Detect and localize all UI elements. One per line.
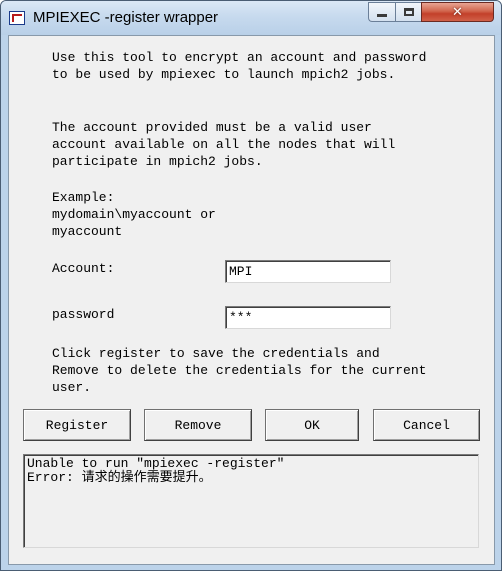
close-icon: ✕: [452, 4, 463, 20]
window-title: MPIEXEC -register wrapper: [33, 9, 219, 26]
example-line-1: mydomain\myaccount or: [52, 207, 216, 222]
instructions-line-2: Remove to delete the credentials for the…: [52, 363, 427, 378]
app-icon: [9, 11, 25, 25]
example-line-2: myaccount: [52, 224, 123, 239]
maximize-icon: [403, 8, 414, 16]
window-controls: ✕: [368, 2, 494, 22]
intro-line-1: Use this tool to encrypt an account and …: [52, 50, 427, 65]
account-note-line-2: account available on all the nodes that …: [52, 137, 396, 152]
cancel-button[interactable]: Cancel: [373, 409, 480, 441]
output-line-1: Unable to run "mpiexec -register": [27, 456, 285, 471]
intro-line-2: to be used by mpiexec to launch mpich2 j…: [52, 67, 396, 82]
example-label: Example:: [52, 190, 115, 205]
account-input[interactable]: [225, 260, 391, 283]
output-line-2: Error: 请求的操作需要提升。: [27, 470, 212, 485]
account-note-line-1: The account provided must be a valid use…: [52, 120, 372, 135]
ok-button[interactable]: OK: [265, 409, 359, 441]
instructions-line-3: user.: [52, 380, 92, 395]
dialog-window: MPIEXEC -register wrapper ✕ Use this too…: [0, 0, 502, 571]
dialog-client-area: Use this tool to encrypt an account and …: [8, 35, 495, 565]
password-input[interactable]: [225, 306, 391, 329]
account-note-line-3: participate in mpich2 jobs.: [52, 154, 263, 169]
close-button[interactable]: ✕: [421, 2, 494, 22]
remove-button[interactable]: Remove: [144, 409, 252, 441]
password-label: password: [52, 307, 115, 322]
output-log[interactable]: Unable to run "mpiexec -register" Error:…: [23, 454, 479, 548]
title-bar[interactable]: MPIEXEC -register wrapper ✕: [1, 1, 501, 35]
minimize-icon: [377, 14, 387, 17]
instructions-line-1: Click register to save the credentials a…: [52, 346, 380, 361]
minimize-button[interactable]: [368, 2, 395, 22]
register-button[interactable]: Register: [23, 409, 131, 441]
account-label: Account:: [52, 261, 115, 276]
maximize-button[interactable]: [395, 2, 421, 22]
